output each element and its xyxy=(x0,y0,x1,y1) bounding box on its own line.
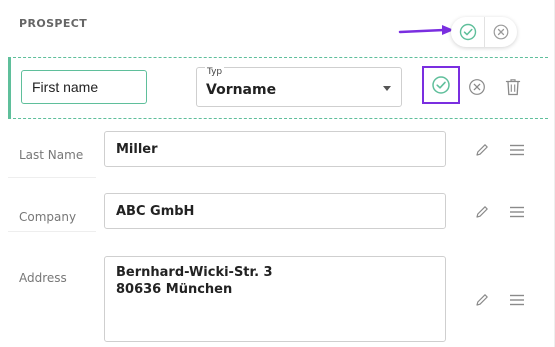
menu-icon xyxy=(510,294,524,306)
header-confirm-button[interactable] xyxy=(451,17,484,47)
menu-icon xyxy=(510,144,524,156)
type-select[interactable]: Typ Vorname xyxy=(196,67,402,107)
row-cancel-button[interactable] xyxy=(467,77,487,97)
type-value: Vorname xyxy=(206,82,277,98)
chevron-down-icon xyxy=(383,86,391,91)
edit-button[interactable] xyxy=(472,290,492,310)
drag-handle[interactable] xyxy=(507,140,527,160)
annotation-arrow xyxy=(398,25,454,35)
header-action-group xyxy=(451,17,517,47)
field-row-company: Company ABC GmbH xyxy=(8,189,548,241)
close-circle-icon xyxy=(493,24,509,40)
first-name-input[interactable] xyxy=(21,70,147,104)
trash-icon xyxy=(505,79,521,96)
label-divider xyxy=(8,177,96,178)
row-delete-button[interactable] xyxy=(503,77,523,97)
pencil-icon xyxy=(476,206,488,218)
section-title: PROSPECT xyxy=(19,17,88,30)
pencil-icon xyxy=(476,294,488,306)
field-label: Last Name xyxy=(19,148,84,162)
field-row-address: Address Bernhard-Wicki-Str. 3 80636 Münc… xyxy=(8,253,548,347)
row-confirm-button[interactable] xyxy=(422,66,460,104)
field-label: Address xyxy=(19,271,67,285)
pencil-icon xyxy=(476,144,488,156)
type-label: Typ xyxy=(205,67,225,77)
drag-handle[interactable] xyxy=(507,290,527,310)
header-cancel-button[interactable] xyxy=(484,17,517,47)
field-label: Company xyxy=(19,210,77,224)
company-input[interactable]: ABC GmbH xyxy=(104,193,446,229)
address-textarea[interactable]: Bernhard-Wicki-Str. 3 80636 München xyxy=(104,256,446,342)
address-line-1: Bernhard-Wicki-Str. 3 xyxy=(116,265,273,280)
field-row-last-name: Last Name Miller xyxy=(8,127,548,179)
last-name-input[interactable]: Miller xyxy=(104,131,446,167)
label-divider xyxy=(8,231,96,232)
edit-row: Typ Vorname xyxy=(8,57,548,119)
prospect-card: PROSPECT Typ Vorname xyxy=(0,0,555,347)
check-circle-icon xyxy=(459,23,476,41)
edit-button[interactable] xyxy=(472,202,492,222)
close-circle-icon xyxy=(469,79,485,95)
menu-icon xyxy=(510,206,524,218)
address-line-2: 80636 München xyxy=(116,282,233,297)
drag-handle[interactable] xyxy=(507,202,527,222)
check-circle-icon xyxy=(432,76,450,94)
edit-button[interactable] xyxy=(472,140,492,160)
